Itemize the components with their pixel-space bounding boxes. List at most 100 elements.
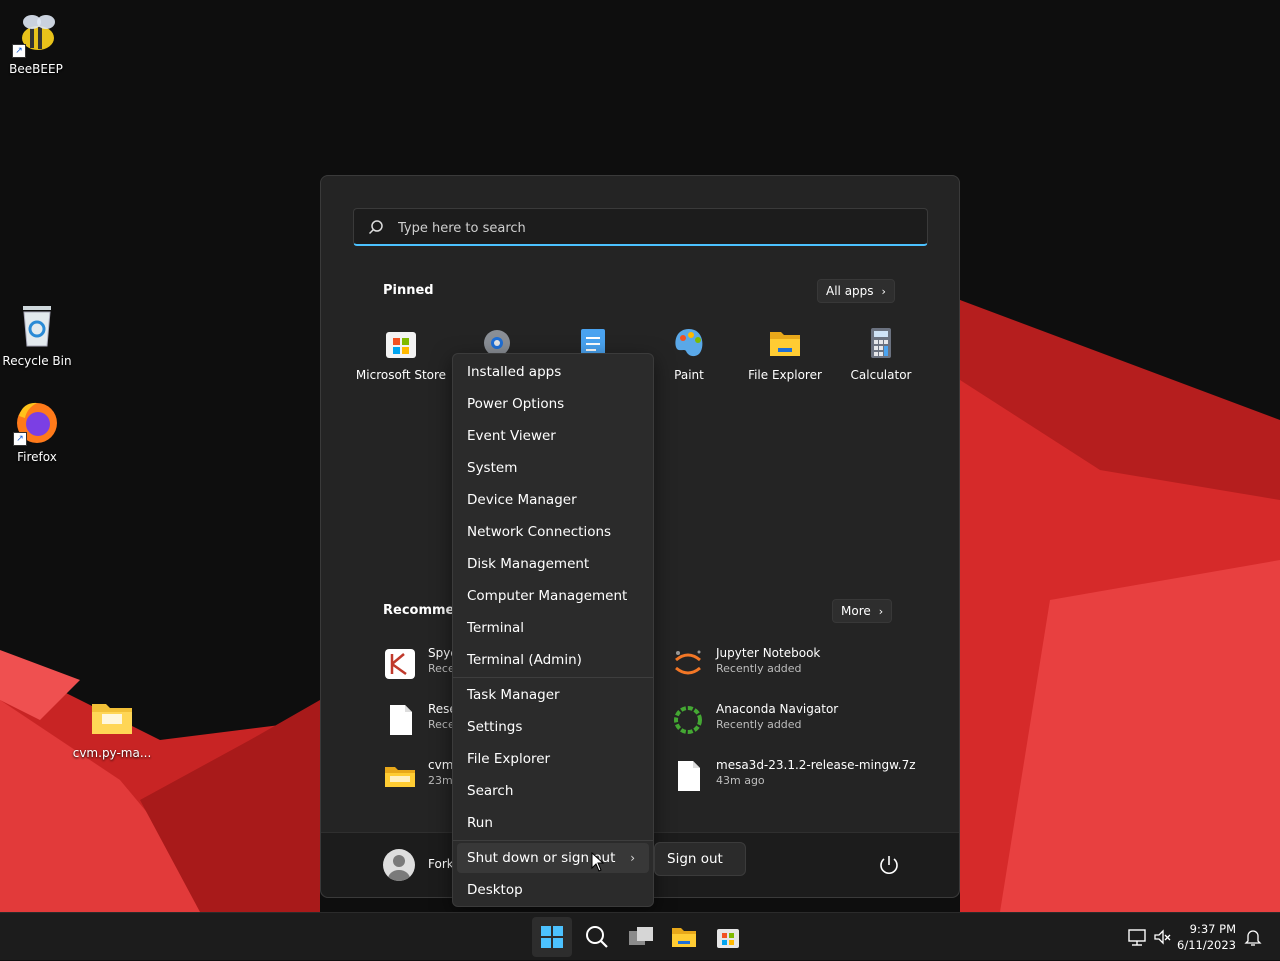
recommended-title: Jupyter Notebook: [716, 646, 821, 660]
search-icon: [586, 926, 608, 948]
desktop-icon-cvm-folder[interactable]: cvm.py-ma...: [72, 694, 152, 760]
menu-item-run[interactable]: Run: [457, 808, 649, 838]
shortcut-arrow-icon: ↗: [13, 432, 27, 446]
recommended-subtitle: Recently added: [716, 718, 802, 731]
avatar[interactable]: [383, 849, 415, 881]
task-view-icon: [629, 927, 653, 945]
desktop-icon-firefox[interactable]: ↗ Firefox: [0, 398, 77, 464]
power-icon[interactable]: [877, 853, 901, 877]
chevron-right-icon: ›: [630, 851, 635, 865]
menu-item-disk-management[interactable]: Disk Management: [457, 549, 649, 579]
folder-icon: [768, 326, 802, 360]
more-label: More: [841, 604, 871, 618]
menu-item-terminal-admin[interactable]: Terminal (Admin): [457, 645, 649, 675]
chevron-right-icon: ›: [881, 285, 886, 298]
recommended-item-jupyter[interactable]: Jupyter Notebook Recently added: [672, 644, 892, 684]
pinned-app-label: Microsoft Store: [355, 368, 447, 382]
menu-item-device-manager[interactable]: Device Manager: [457, 485, 649, 515]
file-icon: [390, 705, 412, 735]
user-name[interactable]: Fork: [428, 857, 454, 871]
recommended-item-spyder[interactable]: Spyc Rece: [384, 644, 457, 684]
search-input[interactable]: [396, 209, 900, 247]
search-icon: [368, 220, 383, 235]
start-button[interactable]: [532, 917, 572, 957]
recommended-item-mesa3d[interactable]: mesa3d-23.1.2-release-mingw.7z 43m ago: [672, 756, 916, 796]
menu-item-installed-apps[interactable]: Installed apps: [457, 357, 649, 387]
notifications-icon[interactable]: [1243, 927, 1263, 947]
recommended-item-cvm[interactable]: cvm 23m: [384, 756, 454, 796]
menu-item-file-explorer[interactable]: File Explorer: [457, 744, 649, 774]
menu-item-search[interactable]: Search: [457, 776, 649, 806]
menu-item-terminal[interactable]: Terminal: [457, 613, 649, 643]
desktop-icon-label: cvm.py-ma...: [72, 746, 152, 760]
menu-separator: [453, 840, 653, 841]
pinned-app-paint[interactable]: Paint: [641, 326, 737, 382]
store-icon: [384, 326, 418, 360]
recommended-subtitle: 43m ago: [716, 774, 765, 787]
recommended-title: Recommer: [383, 603, 461, 618]
recommended-item-file[interactable]: Rese Rece: [384, 700, 457, 740]
pinned-app-label: File Explorer: [748, 368, 822, 382]
menu-item-sign-out[interactable]: Sign out: [654, 842, 746, 876]
menu-item-power-options[interactable]: Power Options: [457, 389, 649, 419]
bee-icon: ↗: [12, 10, 60, 58]
folder-icon: [88, 694, 136, 742]
menu-item-system[interactable]: System: [457, 453, 649, 483]
recommended-subtitle: Recently added: [716, 662, 802, 675]
chevron-right-icon: ›: [878, 605, 884, 618]
taskbar-file-explorer[interactable]: [664, 917, 704, 957]
recommended-subtitle: Rece: [428, 718, 455, 731]
recycle-bin-icon: [13, 302, 61, 350]
all-apps-button[interactable]: All apps ›: [817, 279, 895, 303]
recommended-title: cvm: [428, 758, 454, 772]
pinned-app-microsoft-store[interactable]: Microsoft Store: [353, 326, 449, 382]
recommended-item-anaconda[interactable]: Anaconda Navigator Recently added: [672, 700, 892, 740]
pinned-title: Pinned: [383, 283, 434, 298]
pinned-app-file-explorer[interactable]: File Explorer: [737, 326, 833, 382]
more-button[interactable]: More ›: [832, 599, 893, 623]
mouse-cursor-icon: [591, 852, 605, 872]
task-view-button[interactable]: [621, 917, 661, 957]
menu-item-network-connections[interactable]: Network Connections: [457, 517, 649, 547]
pinned-app-calculator[interactable]: Calculator: [833, 326, 929, 382]
all-apps-label: All apps: [826, 284, 874, 298]
pinned-app-label: Calculator: [850, 368, 912, 382]
paint-icon: [672, 326, 706, 360]
menu-item-settings[interactable]: Settings: [457, 712, 649, 742]
desktop-icon-label: BeeBEEP: [9, 62, 63, 76]
menu-item-desktop[interactable]: Desktop: [457, 875, 649, 905]
recommended-title: Anaconda Navigator: [716, 702, 839, 716]
taskbar: 9:37 PM 6/11/2023: [0, 912, 1280, 960]
menu-item-event-viewer[interactable]: Event Viewer: [457, 421, 649, 451]
volume-muted-icon[interactable]: [1152, 927, 1172, 947]
user-icon: [388, 855, 410, 881]
menu-item-task-manager[interactable]: Task Manager: [457, 680, 649, 710]
spyder-icon: [385, 649, 415, 679]
anaconda-icon: [674, 706, 702, 734]
menu-item-computer-management[interactable]: Computer Management: [457, 581, 649, 611]
taskbar-clock[interactable]: 9:37 PM 6/11/2023: [1177, 921, 1236, 953]
desktop-icon-beebeep[interactable]: ↗ BeeBEEP: [0, 10, 76, 76]
desktop-icon-label: Recycle Bin: [2, 354, 72, 368]
calculator-icon: [864, 326, 898, 360]
windows-logo-icon: [541, 926, 563, 948]
taskbar-microsoft-store[interactable]: [708, 917, 748, 957]
menu-item-shut-down-or-sign-out[interactable]: Shut down or sign out ›: [457, 843, 649, 873]
file-icon: [678, 761, 700, 791]
desktop-icon-recycle-bin[interactable]: Recycle Bin: [0, 302, 77, 368]
folder-icon: [672, 928, 696, 947]
menu-separator: [453, 677, 653, 678]
start-search-box[interactable]: [353, 208, 928, 247]
clock-date: 6/11/2023: [1177, 938, 1236, 952]
shortcut-arrow-icon: ↗: [12, 44, 26, 58]
recommended-subtitle: Rece: [428, 662, 455, 675]
recommended-title: mesa3d-23.1.2-release-mingw.7z: [716, 758, 916, 772]
desktop-icon-label: Firefox: [17, 450, 57, 464]
network-icon[interactable]: [1127, 927, 1147, 947]
zip-folder-icon: [385, 767, 415, 787]
power-user-context-menu: Installed apps Power Options Event Viewe…: [452, 353, 654, 907]
taskbar-search-button[interactable]: [577, 917, 617, 957]
jupyter-icon: [675, 650, 701, 675]
firefox-icon: ↗: [13, 398, 61, 446]
recommended-subtitle: 23m: [428, 774, 453, 787]
